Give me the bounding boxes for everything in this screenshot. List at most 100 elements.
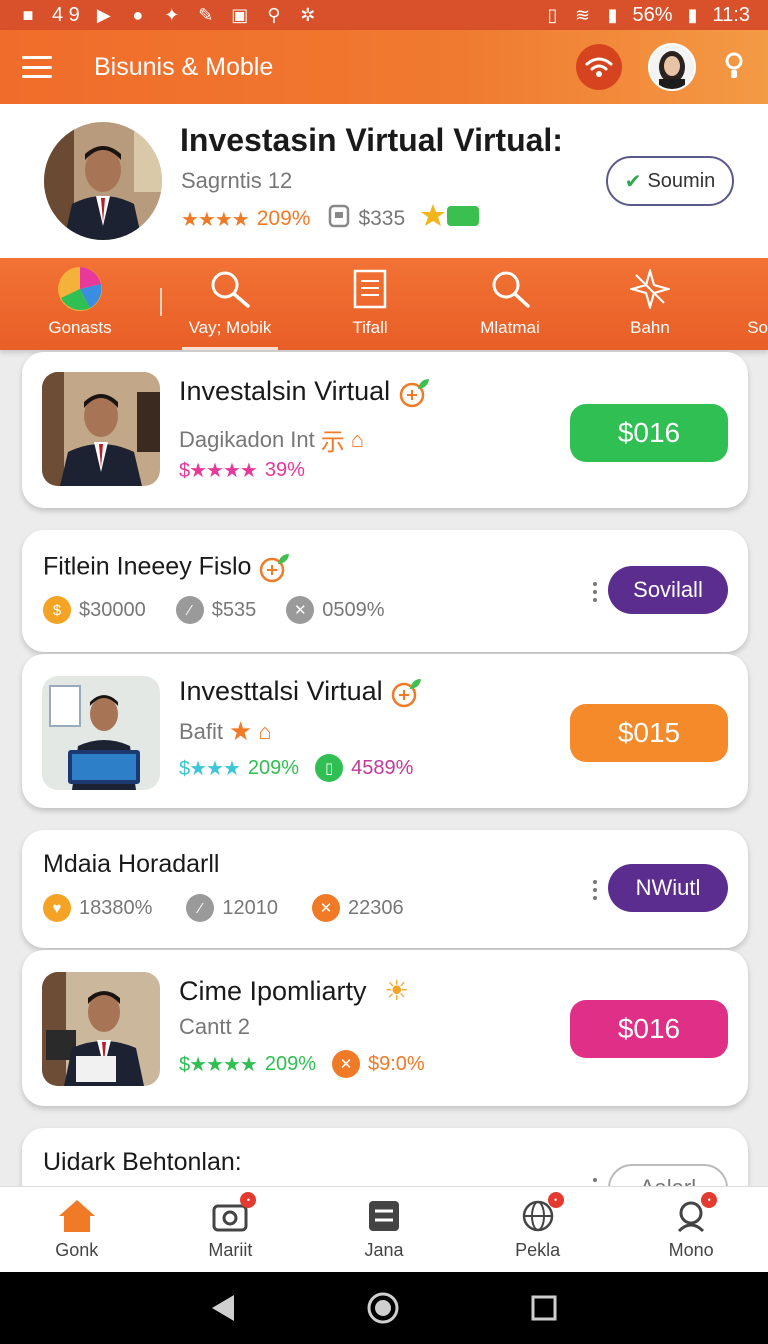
list-item[interactable]: Investalsin Virtual Dagikadon Int ⽰ ⌂ $★… xyxy=(22,352,748,508)
item-title: Investtalsi Virtual xyxy=(179,676,422,709)
camera-icon: • xyxy=(210,1192,257,1234)
nav-pekla[interactable]: • Pekla xyxy=(461,1187,615,1272)
settings-icon: ✲ xyxy=(300,5,316,25)
status-left-text: 4 9 xyxy=(52,3,80,26)
rating-percent: 209% xyxy=(256,207,311,230)
wallet-icon xyxy=(328,204,350,234)
nav-mariit[interactable]: • Mariit xyxy=(154,1187,308,1272)
lightbulb-icon: ☀ xyxy=(384,975,410,1006)
status-pill-button[interactable]: Sovilall xyxy=(608,566,728,614)
check-icon: ✔ xyxy=(624,170,642,193)
growth-leaf-icon xyxy=(260,554,290,583)
item-rating: $★★★★ 209% ✕ $9:0% xyxy=(179,1050,425,1078)
user-avatar[interactable] xyxy=(648,43,696,91)
notification-badge: • xyxy=(547,1192,564,1208)
item-thumbnail xyxy=(42,676,160,790)
app-icon: ✎ xyxy=(198,5,214,25)
item-stats: ♥ 18380% ⁄ 12010 ✕ 22306 xyxy=(43,894,404,922)
notification-badge: • xyxy=(240,1192,257,1208)
profile-name: Investasin Virtual Virtual: xyxy=(180,122,563,158)
profile-icon: • xyxy=(671,1192,718,1234)
star-icon: ★ xyxy=(229,716,253,746)
follow-button[interactable]: ✔ Soumin xyxy=(606,156,734,206)
tab-gonasts[interactable]: Gonasts xyxy=(0,258,160,350)
tab-label: So xyxy=(747,318,768,337)
tab-vay-mobik[interactable]: Vay; Mobik xyxy=(160,258,300,350)
house-icon: ⌂ xyxy=(258,718,272,744)
app-bar: Bisunis & Moble xyxy=(0,30,768,104)
tab-tifall[interactable]: Tifall xyxy=(300,258,440,350)
status-pill-button[interactable]: NWiutl xyxy=(608,864,728,912)
item-subtitle: Cantt 2 xyxy=(179,1014,250,1039)
recents-icon[interactable] xyxy=(530,1294,558,1322)
item-title: Investalsin Virtual xyxy=(179,376,430,409)
item-title: Cime Ipomliarty ☀ xyxy=(179,975,410,1006)
status-pill-button[interactable]: Aalarl xyxy=(608,1164,728,1186)
category-tabs: Gonasts Vay; Mobik Tifall Mlatmai Bahn S… xyxy=(0,258,768,350)
profile-avatar[interactable] xyxy=(44,122,162,240)
tab-label: Vay; Mobik xyxy=(188,318,272,337)
status-bar: ■ 4 9 ▶ ● ✦ ✎ ▣ ⚲ ✲ ▯ ≋ ▮ 56% ▮ 11:3 xyxy=(0,0,768,30)
list-item[interactable]: Mdaia Horadarll ♥ 18380% ⁄ 12010 ✕ 22306 NW… xyxy=(22,830,748,948)
item-stats: $ $30000 ⁄ $535 ✕ 0509% xyxy=(43,596,385,624)
star-burst-icon xyxy=(630,266,670,312)
battery-icon: ▮ xyxy=(687,5,698,25)
growth-leaf-icon xyxy=(391,678,422,708)
hand-icon: ⽰ xyxy=(320,429,345,456)
growth-leaf-icon xyxy=(399,378,429,408)
profile-amount: $335 xyxy=(358,207,406,230)
app-icon: ✦ xyxy=(164,5,180,25)
item-title: Uidark Behtonlan: xyxy=(43,1148,242,1176)
nav-gonk[interactable]: Gonk xyxy=(0,1187,154,1272)
app-icon: ▣ xyxy=(231,5,249,25)
menu-icon[interactable] xyxy=(22,56,52,78)
close-circle-icon: ✕ xyxy=(332,1050,360,1078)
tab-label: Tifall xyxy=(352,318,388,337)
battery-percent: 56% xyxy=(632,3,673,26)
price-button[interactable]: $015 xyxy=(570,704,728,762)
pie-chart-icon xyxy=(57,266,103,312)
item-thumbnail xyxy=(42,972,160,1086)
nav-mono[interactable]: • Mono xyxy=(614,1187,768,1272)
list-item[interactable]: Cime Ipomliarty ☀ Cantt 2 $★★★★ 209% ✕ $… xyxy=(22,950,748,1106)
profile-stats: ★★★★ 209% $335 xyxy=(181,202,481,236)
search-icon xyxy=(209,266,251,312)
home-button-icon[interactable] xyxy=(366,1291,400,1325)
app-icon: ⚲ xyxy=(267,5,281,25)
list-item[interactable]: Investtalsi Virtual Bafit ★ ⌂ $★★★ 209% … xyxy=(22,654,748,808)
heart-icon: ♥ xyxy=(43,894,71,922)
signal-icon: ▮ xyxy=(607,5,618,25)
more-options-icon[interactable] xyxy=(592,880,598,900)
app-icon: ● xyxy=(132,5,144,25)
wifi-button[interactable] xyxy=(576,44,622,90)
bottom-navigation: Gonk • Mariit Jana • Pekla • Mono xyxy=(0,1186,768,1272)
item-thumbnail xyxy=(42,372,160,486)
profile-header: Investasin Virtual Virtual: Sagrntis 12 … xyxy=(0,104,768,258)
search-icon xyxy=(489,266,531,312)
list-item[interactable]: Uidark Behtonlan: Aalarl xyxy=(22,1128,748,1186)
tab-label: Bahn xyxy=(630,318,670,337)
more-options-icon[interactable] xyxy=(592,1178,598,1186)
youtube-icon: ▶ xyxy=(96,5,111,25)
tab-bahn[interactable]: Bahn xyxy=(580,258,720,350)
tab-so[interactable]: So xyxy=(720,258,768,350)
lightbulb-icon[interactable] xyxy=(722,50,746,84)
close-circle-icon: ✕ xyxy=(312,894,341,922)
nav-jana[interactable]: Jana xyxy=(307,1187,461,1272)
price-button[interactable]: $016 xyxy=(570,404,728,462)
tab-label: Mlatmai xyxy=(480,318,540,337)
system-navigation xyxy=(0,1272,768,1344)
notification-badge: • xyxy=(701,1192,718,1208)
list-item[interactable]: Fitlein Ineeey Fislo $ $30000 ⁄ $535 ✕ 0509… xyxy=(22,530,748,652)
link-icon: ⁄ xyxy=(186,894,215,922)
rating-stars: $★★★★ xyxy=(179,460,258,482)
globe-icon: • xyxy=(518,1192,564,1234)
back-icon[interactable] xyxy=(210,1293,236,1323)
coin-icon: $ xyxy=(43,596,71,624)
investment-list: Investalsin Virtual Dagikadon Int ⽰ ⌂ $★… xyxy=(0,350,768,1186)
tab-mlatmai[interactable]: Mlatmai xyxy=(440,258,580,350)
rating-stars: $★★★ xyxy=(179,757,241,780)
price-button[interactable]: $016 xyxy=(570,1000,728,1058)
more-options-icon[interactable] xyxy=(592,582,598,602)
item-subtitle: Bafit ★ ⌂ xyxy=(179,716,272,746)
